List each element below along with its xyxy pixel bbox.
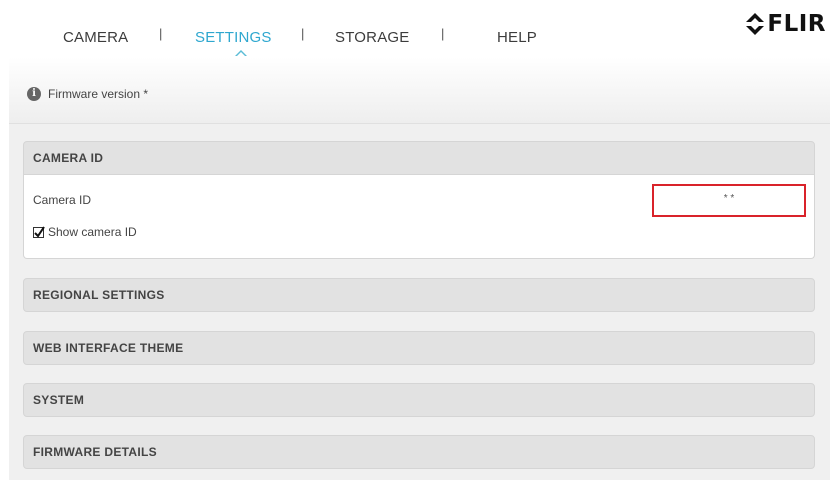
settings-content: CAMERA ID Camera ID * * Show camera ID R… xyxy=(9,124,830,480)
firmware-info-bar: i Firmware version * xyxy=(9,57,830,124)
camera-id-label: Camera ID xyxy=(33,193,92,207)
firmware-details-panel: FIRMWARE DETAILS xyxy=(23,435,815,469)
web-interface-theme-header[interactable]: WEB INTERFACE THEME xyxy=(23,331,815,365)
tab-camera[interactable]: CAMERA xyxy=(63,29,128,46)
tab-separator: | xyxy=(301,26,305,41)
system-header[interactable]: SYSTEM xyxy=(23,383,815,417)
show-camera-id-label: Show camera ID xyxy=(48,225,137,239)
tab-separator: | xyxy=(441,26,445,41)
tab-storage[interactable]: STORAGE xyxy=(335,29,409,46)
camera-id-header[interactable]: CAMERA ID xyxy=(23,141,815,175)
firmware-details-header[interactable]: FIRMWARE DETAILS xyxy=(23,435,815,469)
settings-page: CAMERA | SETTINGS | STORAGE | HELP FLIR … xyxy=(0,0,830,480)
camera-id-panel: CAMERA ID Camera ID * * Show camera ID xyxy=(23,141,815,259)
tab-settings[interactable]: SETTINGS xyxy=(195,29,272,46)
regional-settings-panel: REGIONAL SETTINGS xyxy=(23,278,815,312)
checkmark-icon xyxy=(34,225,45,238)
top-navigation: CAMERA | SETTINGS | STORAGE | HELP FLIR xyxy=(9,0,830,58)
info-icon: i xyxy=(27,87,41,101)
system-panel: SYSTEM xyxy=(23,383,815,417)
tab-separator: | xyxy=(159,26,163,41)
flir-diamond-logo-icon xyxy=(746,13,765,35)
web-interface-theme-panel: WEB INTERFACE THEME xyxy=(23,331,815,365)
tab-help[interactable]: HELP xyxy=(497,29,537,46)
active-tab-caret xyxy=(235,50,247,57)
show-camera-id-option[interactable]: Show camera ID xyxy=(33,225,137,239)
show-camera-id-checkbox[interactable] xyxy=(33,225,45,238)
camera-id-input[interactable]: * * xyxy=(652,184,806,217)
camera-id-body: Camera ID * * Show camera ID xyxy=(23,175,815,259)
firmware-version-text: Firmware version * xyxy=(48,87,149,101)
regional-settings-header[interactable]: REGIONAL SETTINGS xyxy=(23,278,815,312)
flir-logo: FLIR xyxy=(745,11,826,37)
brand-name: FLIR xyxy=(767,11,826,37)
